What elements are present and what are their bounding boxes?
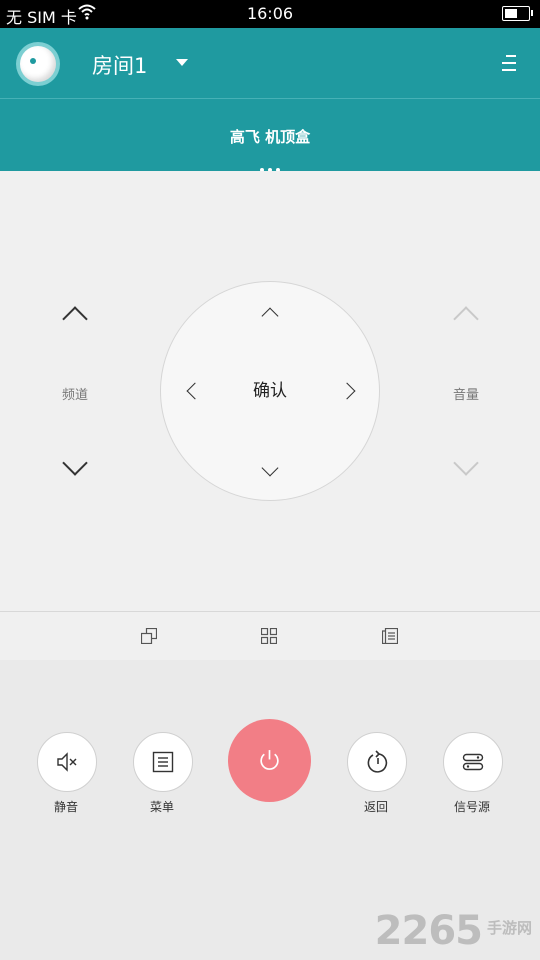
- back-icon: [367, 750, 388, 773]
- volume-label: 音量: [452, 388, 479, 403]
- volume-up-button[interactable]: [453, 306, 479, 332]
- back-label: 返回: [363, 800, 388, 814]
- menu-icon[interactable]: [502, 55, 516, 71]
- channel-up-button[interactable]: [62, 306, 88, 332]
- dpad-left-button[interactable]: [186, 382, 204, 400]
- volume-down-button[interactable]: [453, 450, 479, 476]
- dpad-up-button[interactable]: [261, 307, 279, 325]
- mute-label: 静音: [53, 800, 78, 814]
- dpad-right-button[interactable]: [338, 382, 356, 400]
- back-button[interactable]: [347, 732, 407, 792]
- remote-area: 频道 确认 音量: [0, 171, 540, 611]
- screen-switch-icon[interactable]: [140, 627, 158, 645]
- mute-icon: [57, 752, 77, 772]
- app-header: 房间1: [0, 28, 540, 98]
- chevron-down-icon[interactable]: [176, 59, 188, 66]
- mute-button[interactable]: [37, 732, 97, 792]
- channel-label: 频道: [61, 388, 88, 403]
- source-button[interactable]: [443, 732, 503, 792]
- power-icon: [260, 750, 279, 770]
- status-bar: 无 SIM 卡 16:06: [0, 0, 540, 28]
- device-name[interactable]: 高飞 机顶盒: [0, 126, 540, 147]
- room-title[interactable]: 房间1: [92, 50, 147, 80]
- menu-button[interactable]: [133, 732, 193, 792]
- watermark-number: 2265: [374, 908, 483, 954]
- guide-book-icon[interactable]: [381, 627, 399, 645]
- channel-down-button[interactable]: [62, 450, 88, 476]
- source-label: 信号源: [453, 800, 490, 814]
- power-button[interactable]: [228, 719, 311, 802]
- dpad-down-button[interactable]: [261, 459, 279, 477]
- grid-apps-icon[interactable]: [260, 627, 278, 645]
- ok-button[interactable]: 确认: [230, 371, 310, 411]
- device-bar: 高飞 机顶盒: [0, 98, 540, 172]
- shortcut-bar: [0, 611, 540, 661]
- battery-icon: [502, 6, 533, 21]
- menu-label: 菜单: [149, 800, 174, 814]
- source-icon: [462, 753, 484, 771]
- battery-level: [505, 9, 518, 18]
- watermark-text: 手游网: [486, 919, 532, 937]
- dpad: 确认: [160, 281, 380, 501]
- knob-avatar-icon[interactable]: [16, 42, 60, 86]
- menu-list-icon: [152, 751, 174, 773]
- clock: 16:06: [246, 4, 294, 23]
